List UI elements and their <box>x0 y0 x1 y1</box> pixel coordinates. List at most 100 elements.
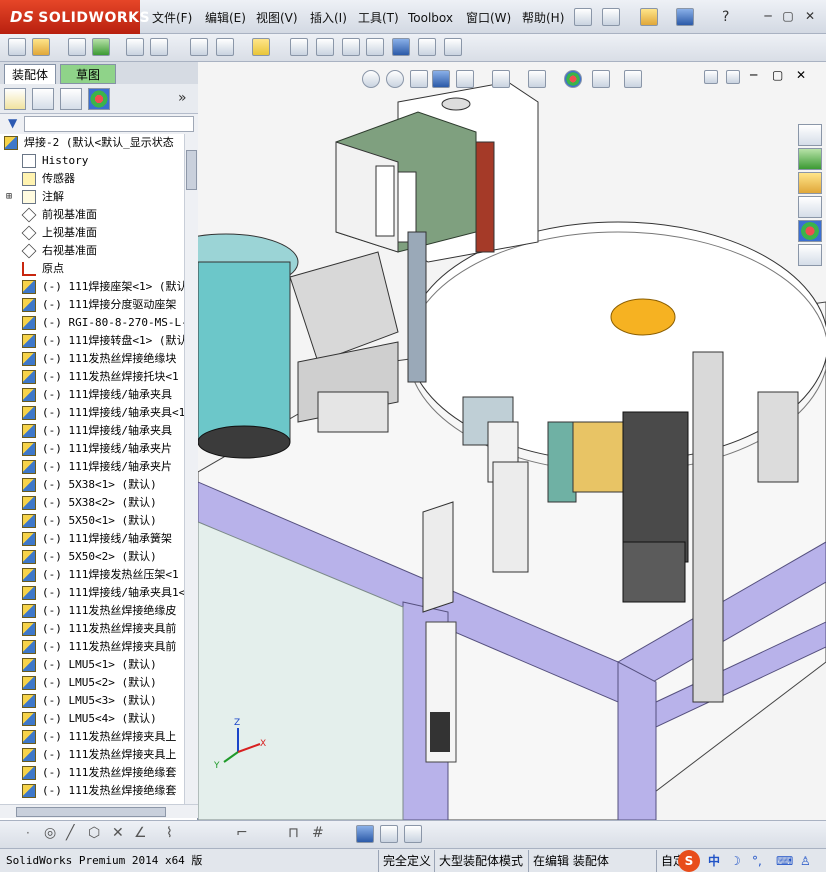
tree-item[interactable]: (-) 111焊接线/轴承夹具 <box>0 422 184 440</box>
tree-item[interactable]: 右视基准面 <box>0 242 184 260</box>
viewport-close-icon[interactable]: ✕ <box>796 68 806 82</box>
open-icon[interactable] <box>32 38 50 56</box>
tree-scroll-thumb[interactable] <box>186 150 197 190</box>
point-icon[interactable]: · <box>26 826 30 840</box>
view-single-icon[interactable] <box>380 825 398 843</box>
tree-item[interactable]: (-) 111焊接座架<1> (默认 <box>0 278 184 296</box>
ime-keyboard-icon[interactable]: ⌨ <box>776 850 793 872</box>
tree-item[interactable]: (-) LMU5<2> (默认) <box>0 674 184 692</box>
tree-item[interactable]: (-) 111焊接线/轴承夹片 <box>0 458 184 476</box>
menu-view[interactable]: 视图(V) <box>256 0 298 34</box>
angle-icon[interactable]: ∠ <box>134 825 147 841</box>
menu-help[interactable]: 帮助(H) <box>522 0 564 34</box>
feature-manager-icon[interactable] <box>4 88 26 110</box>
ime-punctuation-icon[interactable]: °, <box>752 850 762 872</box>
tree-item[interactable]: (-) LMU5<3> (默认) <box>0 692 184 710</box>
instant3d-icon[interactable] <box>444 38 462 56</box>
filter-input[interactable] <box>24 116 194 132</box>
section-view-icon[interactable] <box>432 70 450 88</box>
smart-dimension-icon[interactable]: ⌇ <box>166 825 173 841</box>
menu-window[interactable]: 窗口(W) <box>466 0 511 34</box>
tree-horizontal-scrollbar[interactable] <box>0 804 198 818</box>
tree-item[interactable]: (-) 111发热丝焊接绝缘块 <box>0 350 184 368</box>
minimize-button[interactable]: ─ <box>760 9 776 23</box>
view-settings-icon[interactable] <box>624 70 642 88</box>
tree-item[interactable]: (-) LMU5<1> (默认) <box>0 656 184 674</box>
tree-item[interactable]: (-) 111发热丝焊接夹具前 <box>0 638 184 656</box>
new-document-icon[interactable] <box>602 8 620 26</box>
appearances-icon[interactable] <box>798 220 822 242</box>
tree-item[interactable]: (-) 111焊接分度驱动座架 <box>0 296 184 314</box>
split-vertical-icon[interactable] <box>726 70 740 84</box>
tree-vertical-scrollbar[interactable] <box>184 134 198 804</box>
zoom-to-fit-icon[interactable] <box>362 70 380 88</box>
viewport-minimize-icon[interactable]: ─ <box>750 68 757 82</box>
smart-fastener-icon[interactable] <box>252 38 270 56</box>
grid-icon[interactable]: # <box>312 825 324 841</box>
tree-item[interactable]: (-) 111焊接线/轴承簧架 <box>0 530 184 548</box>
appearance-icon[interactable] <box>564 70 582 88</box>
tree-item[interactable]: 原点 <box>0 260 184 278</box>
menu-toolbox[interactable]: Toolbox <box>408 0 453 34</box>
reference-geometry-icon[interactable] <box>316 38 334 56</box>
tree-item[interactable]: (-) RGI-80-8-270-MS-L-S <box>0 314 184 332</box>
view-palette-icon[interactable] <box>798 196 822 218</box>
open-folder-icon[interactable] <box>640 8 658 26</box>
tree-root-assembly[interactable]: 焊接-2 (默认<默认_显示状态 <box>0 134 184 152</box>
hide-show-icon[interactable] <box>528 70 546 88</box>
configuration-manager-icon[interactable] <box>60 88 82 110</box>
tree-item[interactable]: History <box>0 152 184 170</box>
ime-user-icon[interactable]: ♙ <box>800 850 811 872</box>
menu-insert[interactable]: 插入(I) <box>310 0 347 34</box>
tree-item[interactable]: (-) 111发热丝焊接绝缘套 <box>0 764 184 782</box>
assembly-features-icon[interactable] <box>290 38 308 56</box>
tree-item[interactable]: (-) 111焊接线/轴承夹具1< <box>0 584 184 602</box>
tree-item[interactable]: 传感器 <box>0 170 184 188</box>
tree-item[interactable]: (-) 111发热丝焊接托块<1 <box>0 368 184 386</box>
interference-icon[interactable] <box>418 38 436 56</box>
tree-item[interactable]: (-) 111焊接线/轴承夹片 <box>0 440 184 458</box>
model-canvas[interactable]: Z X Y <box>198 62 826 820</box>
tree-item[interactable]: (-) 5X38<1> (默认) <box>0 476 184 494</box>
restore-button[interactable]: ▢ <box>780 9 796 23</box>
close-button[interactable]: ✕ <box>802 9 818 23</box>
tree-hscroll-thumb[interactable] <box>16 807 166 817</box>
scene-icon[interactable] <box>592 70 610 88</box>
bill-of-materials-icon[interactable] <box>366 38 384 56</box>
split-horizontal-icon[interactable] <box>704 70 718 84</box>
component-icon[interactable] <box>92 38 110 56</box>
solidworks-resources-icon[interactable] <box>798 124 822 146</box>
mate-icon[interactable] <box>150 38 168 56</box>
tree-item[interactable]: ⊞ 注解 <box>0 188 184 206</box>
tree-item[interactable]: (-) 111发热丝焊接夹具上 <box>0 728 184 746</box>
help-icon[interactable]: ? <box>722 9 729 25</box>
rebuild-icon[interactable] <box>8 38 26 56</box>
corner-icon[interactable]: ⌐ <box>236 825 248 841</box>
menu-edit[interactable]: 编辑(E) <box>205 0 246 34</box>
tree-item[interactable]: (-) 5X38<2> (默认) <box>0 494 184 512</box>
circle-icon[interactable]: ◎ <box>44 825 56 841</box>
ime-sogou-icon[interactable]: S <box>678 850 700 872</box>
ruler-icon[interactable]: ⊓ <box>288 825 299 841</box>
custom-properties-icon[interactable] <box>798 244 822 266</box>
polygon-icon[interactable]: ⬡ <box>88 825 100 841</box>
tab-assembly[interactable]: 装配体 <box>4 64 56 84</box>
view-orientation-icon[interactable] <box>456 70 474 88</box>
ime-moon-icon[interactable]: ☽ <box>730 850 741 872</box>
paperclip-icon[interactable] <box>68 38 86 56</box>
display-manager-icon[interactable] <box>88 88 110 110</box>
property-manager-icon[interactable] <box>32 88 54 110</box>
tree-item[interactable]: (-) 5X50<2> (默认) <box>0 548 184 566</box>
menu-tools[interactable]: 工具(T) <box>358 0 399 34</box>
tree-item[interactable]: 前视基准面 <box>0 206 184 224</box>
tree-item[interactable]: (-) 111焊接发热丝压架<1 <box>0 566 184 584</box>
solidworks-logo[interactable]: DS SOLIDWORKS <box>0 0 150 34</box>
new-motion-icon[interactable] <box>342 38 360 56</box>
display-style-icon[interactable] <box>492 70 510 88</box>
tree-item[interactable]: (-) 111焊接转盘<1> (默认 <box>0 332 184 350</box>
tree-item[interactable]: (-) 111焊接线/轴承夹具<1 <box>0 404 184 422</box>
tree-item[interactable]: (-) LMU5<4> (默认) <box>0 710 184 728</box>
ime-language-indicator[interactable]: 中 <box>708 850 720 872</box>
viewport-restore-icon[interactable]: ▢ <box>772 68 783 82</box>
trim-icon[interactable]: ✕ <box>112 825 124 841</box>
